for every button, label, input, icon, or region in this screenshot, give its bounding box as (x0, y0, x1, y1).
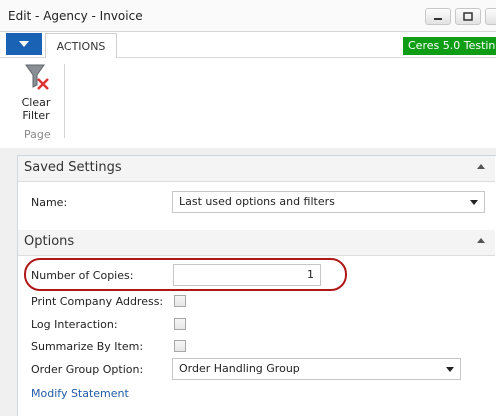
ribbon-separator (64, 64, 65, 138)
ribbon-panel (0, 58, 496, 148)
name-label: Name: (31, 196, 68, 209)
minimize-icon (426, 9, 450, 24)
summarize-checkbox[interactable] (174, 340, 186, 352)
clear-filter-label-line1: Clear (21, 96, 51, 109)
close-icon (486, 9, 496, 24)
clear-filter-label-line2: Filter (22, 109, 50, 122)
saved-settings-header[interactable]: Saved Settings (18, 156, 495, 182)
chevron-down-icon (470, 200, 478, 205)
order-group-select[interactable]: Order Handling Group (172, 358, 461, 380)
clear-filter-label: Clear Filter (14, 96, 58, 122)
clear-filter-button[interactable]: Clear Filter (14, 60, 58, 124)
name-select-value: Last used options and filters (179, 195, 335, 208)
summarize-label: Summarize By Item: (31, 340, 144, 353)
restore-icon (456, 9, 480, 24)
collapse-arrow-icon[interactable] (477, 238, 485, 243)
app-menu-button[interactable] (6, 33, 42, 55)
print-company-label: Print Company Address: (31, 295, 164, 308)
tab-actions[interactable]: ACTIONS (45, 33, 117, 59)
modify-statement-link[interactable]: Modify Statement (31, 387, 129, 400)
ribbon-group-label: Page (24, 128, 51, 141)
name-select[interactable]: Last used options and filters (172, 191, 485, 213)
order-group-label: Order Group Option: (31, 363, 144, 376)
chevron-down-icon (446, 367, 454, 372)
options-header[interactable]: Options (18, 230, 495, 256)
log-interaction-label: Log Interaction: (31, 318, 118, 331)
options-title: Options (24, 234, 75, 249)
company-badge: Ceres 5.0 Testing (403, 37, 496, 55)
restore-button[interactable] (455, 8, 481, 25)
dropdown-arrow-icon (19, 41, 29, 47)
title-bar: Edit - Agency - Invoice (0, 0, 496, 32)
log-interaction-checkbox[interactable] (174, 318, 186, 330)
window-title: Edit - Agency - Invoice (8, 9, 143, 23)
minimize-button[interactable] (425, 8, 451, 25)
print-company-checkbox[interactable] (174, 295, 186, 307)
order-group-select-value: Order Handling Group (179, 362, 300, 375)
copies-highlight-annotation (24, 258, 347, 291)
collapse-arrow-icon[interactable] (477, 164, 485, 169)
close-button[interactable] (485, 8, 496, 25)
clear-filter-icon (24, 62, 49, 92)
saved-settings-title: Saved Settings (24, 160, 122, 175)
